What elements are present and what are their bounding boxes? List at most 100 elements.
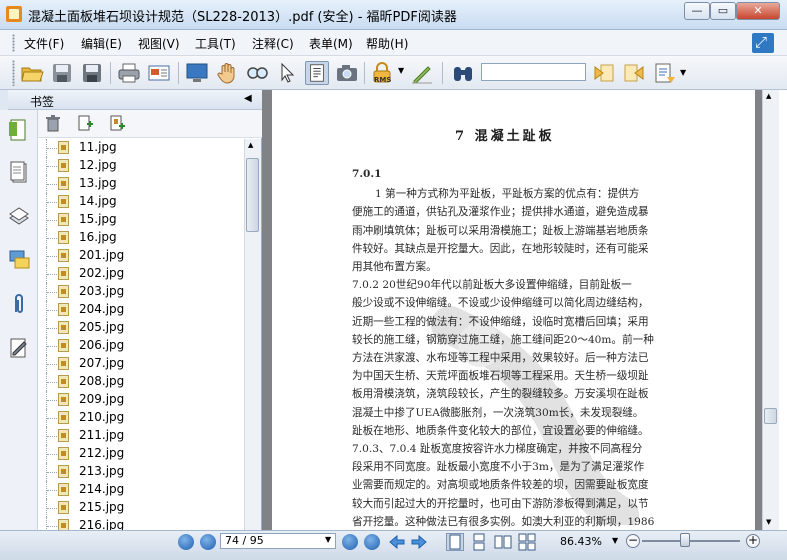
zoom-slider-thumb[interactable] xyxy=(680,533,690,547)
bookmark-item[interactable]: 202.jpg xyxy=(38,265,244,283)
menu-view[interactable]: 视图(V) xyxy=(138,35,180,52)
menu-tools[interactable]: 工具(T) xyxy=(195,35,236,52)
bookmark-item[interactable]: 201.jpg xyxy=(38,247,244,265)
bookmark-item[interactable]: 209.jpg xyxy=(38,391,244,409)
find-input[interactable] xyxy=(481,63,586,81)
toolbar-grip[interactable] xyxy=(12,60,15,86)
hand-tool-icon[interactable] xyxy=(215,61,239,85)
continuous-view-icon[interactable] xyxy=(470,533,488,551)
minimize-button[interactable]: — xyxy=(684,2,710,20)
document-scroll-thumb[interactable] xyxy=(764,408,777,424)
document-line: 7.0.3、7.0.4 趾板宽度按容许水力梯度确定，并按不同高程分 xyxy=(352,443,643,455)
document-line: 方法在洪家渡、水布垭等工程中采用，效果较好。后一种方法已 xyxy=(352,352,649,364)
menu-edit[interactable]: 编辑(E) xyxy=(81,35,122,52)
bookmark-item[interactable]: 12.jpg xyxy=(38,157,244,175)
scroll-down-icon[interactable]: ▼ xyxy=(766,518,771,526)
text-select-icon[interactable] xyxy=(305,61,329,85)
menu-file[interactable]: 文件(F) xyxy=(24,35,64,52)
bookmark-item[interactable]: 15.jpg xyxy=(38,211,244,229)
page-number-input[interactable]: 74 / 95 xyxy=(220,533,336,549)
bookmark-item[interactable]: 204.jpg xyxy=(38,301,244,319)
zoom-tool-icon[interactable] xyxy=(245,61,269,85)
zoom-dropdown-icon[interactable]: ▼ xyxy=(612,536,618,545)
comments-tab-icon[interactable] xyxy=(8,248,30,272)
page-dropdown-icon[interactable]: ▼ xyxy=(325,535,331,544)
bookmark-item[interactable]: 203.jpg xyxy=(38,283,244,301)
bookmark-item[interactable]: 212.jpg xyxy=(38,445,244,463)
bookmark-label: 205.jpg xyxy=(79,320,125,334)
attachments-tab-icon[interactable] xyxy=(8,292,30,316)
bookmark-page-icon xyxy=(58,159,69,172)
zoom-level[interactable]: 86.43% xyxy=(560,535,602,548)
print-icon[interactable] xyxy=(117,61,141,85)
single-page-view-icon[interactable] xyxy=(446,533,464,551)
menu-help[interactable]: 帮助(H) xyxy=(366,35,408,52)
full-screen-icon[interactable] xyxy=(185,61,209,85)
continuous-facing-view-icon[interactable] xyxy=(518,533,536,551)
bookmark-item[interactable]: 216.jpg xyxy=(38,517,244,530)
bookmark-item[interactable]: 210.jpg xyxy=(38,409,244,427)
save-as-icon[interactable] xyxy=(80,61,104,85)
first-page-icon[interactable] xyxy=(178,534,194,550)
bookmark-item[interactable]: 13.jpg xyxy=(38,175,244,193)
bookmark-item[interactable]: 213.jpg xyxy=(38,463,244,481)
bookmark-item[interactable]: 207.jpg xyxy=(38,355,244,373)
delete-bookmark-icon[interactable] xyxy=(44,114,62,132)
document-line: 省开挖量。这种做法已有很多实例。如澳大利亚的利斯坝，1986 xyxy=(352,515,655,528)
bookmark-item[interactable]: 205.jpg xyxy=(38,319,244,337)
snapshot-icon[interactable] xyxy=(335,61,359,85)
bookmark-item[interactable]: 206.jpg xyxy=(38,337,244,355)
bookmark-item[interactable]: 208.jpg xyxy=(38,373,244,391)
layers-tab-icon[interactable] xyxy=(8,204,30,228)
pages-tab-icon[interactable] xyxy=(8,160,30,184)
zoom-in-icon[interactable]: + xyxy=(746,534,760,548)
save-icon[interactable] xyxy=(50,61,74,85)
bookmarks-tab-icon[interactable] xyxy=(8,118,30,142)
restore-button[interactable]: ▭ xyxy=(710,2,736,20)
go-back-icon[interactable] xyxy=(388,534,406,550)
add-bookmark-icon[interactable] xyxy=(76,114,94,132)
signatures-tab-icon[interactable] xyxy=(8,336,30,360)
document-line: 较大而引起过大的开挖量时，也可由下游防渗板得到满足，以节 xyxy=(352,497,649,510)
new-child-bookmark-icon[interactable] xyxy=(108,114,126,132)
rms-dropdown-icon[interactable]: ▼ xyxy=(398,66,404,75)
menu-comment[interactable]: 注释(C) xyxy=(252,35,294,52)
email-icon[interactable] xyxy=(147,61,171,85)
bookmark-label: 216.jpg xyxy=(79,518,125,530)
previous-page-icon[interactable] xyxy=(200,534,216,550)
document-scrollbar[interactable] xyxy=(762,90,779,530)
find-binoculars-icon[interactable] xyxy=(451,61,475,85)
facing-view-icon[interactable] xyxy=(494,533,512,551)
bookmark-label: 204.jpg xyxy=(79,302,125,316)
foxit-app-icon[interactable] xyxy=(6,6,22,22)
bookmark-item[interactable]: 211.jpg xyxy=(38,427,244,445)
highlight-icon[interactable] xyxy=(653,61,677,85)
open-icon[interactable] xyxy=(20,61,44,85)
scroll-up-icon[interactable]: ▲ xyxy=(248,141,253,149)
bookmark-item[interactable]: 214.jpg xyxy=(38,481,244,499)
bookmark-item[interactable]: 14.jpg xyxy=(38,193,244,211)
bookmark-item[interactable]: 16.jpg xyxy=(38,229,244,247)
bookmark-item[interactable]: 215.jpg xyxy=(38,499,244,517)
collapse-panel-icon[interactable]: ◀ xyxy=(244,93,252,104)
zoom-slider[interactable] xyxy=(642,540,740,542)
prev-result-icon[interactable] xyxy=(592,61,616,85)
bookmark-item[interactable]: 11.jpg xyxy=(38,139,244,157)
highlight-dropdown-icon[interactable]: ▼ xyxy=(680,68,686,77)
scroll-up-icon[interactable]: ▲ xyxy=(766,92,771,100)
menu-grip[interactable] xyxy=(12,34,15,52)
chapter-title: 7 混凝土趾板 xyxy=(455,129,555,144)
select-arrow-icon[interactable] xyxy=(275,61,299,85)
zoom-out-icon[interactable]: − xyxy=(626,534,640,548)
menu-form[interactable]: 表单(M) xyxy=(309,35,353,52)
close-button[interactable]: ✕ xyxy=(736,2,780,20)
next-page-icon[interactable] xyxy=(342,534,358,550)
go-forward-icon[interactable] xyxy=(410,534,428,550)
full-screen-toggle-icon[interactable] xyxy=(752,33,774,53)
next-result-icon[interactable] xyxy=(622,61,646,85)
last-page-icon[interactable] xyxy=(364,534,380,550)
sign-icon[interactable] xyxy=(410,61,434,85)
bookmark-page-icon xyxy=(58,429,69,442)
bookmark-scroll-thumb[interactable] xyxy=(246,158,259,232)
bookmark-page-icon xyxy=(58,177,69,190)
